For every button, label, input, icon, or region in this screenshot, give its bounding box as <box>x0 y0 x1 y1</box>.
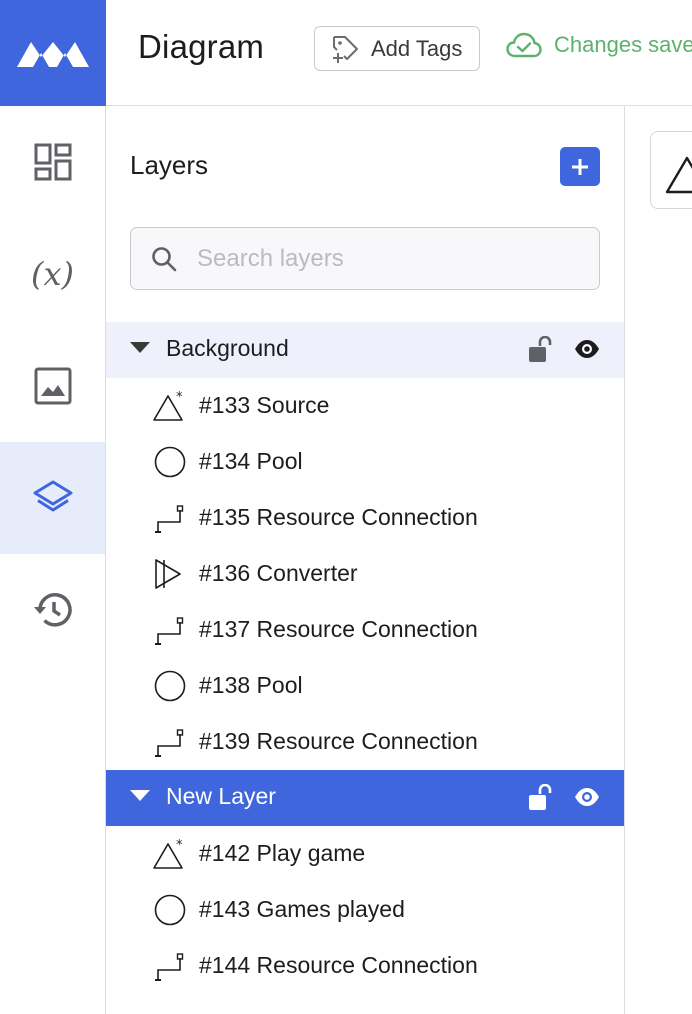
connection-icon <box>155 729 184 757</box>
plus-icon <box>572 158 588 175</box>
layer-item[interactable]: #138 Pool <box>106 658 624 714</box>
source-icon: * <box>153 838 183 869</box>
add-tags-button[interactable]: Add Tags <box>314 26 480 71</box>
layer-item-label: #144 Resource Connection <box>199 952 478 978</box>
nav-images[interactable] <box>0 330 105 442</box>
source-tool-button[interactable] <box>650 131 692 209</box>
layer-item[interactable]: #144 Resource Connection <box>106 938 624 994</box>
layer-item[interactable]: * #133 Source <box>106 378 624 434</box>
unlock-icon[interactable] <box>526 784 554 812</box>
eye-icon[interactable] <box>574 339 600 359</box>
svg-text:(x): (x) <box>31 255 74 293</box>
layer-item-label: #134 Pool <box>199 448 303 474</box>
source-icon: * <box>153 390 183 421</box>
layer-item-label: #139 Resource Connection <box>199 728 478 754</box>
layer-header-new-layer[interactable]: New Layer <box>106 770 624 826</box>
logo[interactable] <box>0 0 106 106</box>
layer-header-background[interactable]: Background <box>106 322 624 378</box>
image-icon <box>34 367 71 405</box>
pool-icon <box>154 446 186 478</box>
pool-icon <box>154 670 186 702</box>
caret-down-icon[interactable] <box>130 790 150 802</box>
layer-item[interactable]: #135 Resource Connection <box>106 490 624 546</box>
pool-icon <box>154 894 186 926</box>
layer-item[interactable]: #136 Converter <box>106 546 624 602</box>
layer-item[interactable]: #139 Resource Connection <box>106 714 624 770</box>
source-icon <box>665 156 692 194</box>
layers-panel: Layers Background * #133 Source <box>106 106 625 1014</box>
search-input[interactable] <box>195 243 579 274</box>
panel-title: Layers <box>130 150 209 180</box>
layer-item[interactable]: #134 Pool <box>106 434 624 490</box>
layer-item-label: #133 Source <box>199 392 330 418</box>
layer-item-label: #135 Resource Connection <box>199 504 478 530</box>
layer-item-label: #137 Resource Connection <box>199 616 478 642</box>
layer-item[interactable]: #137 Resource Connection <box>106 602 624 658</box>
nav-variables[interactable]: (x) <box>0 218 105 330</box>
layer-item-label: #143 Games played <box>199 896 405 922</box>
layer-item-label: #142 Play game <box>199 840 366 866</box>
add-layer-button[interactable] <box>560 147 600 186</box>
top-bar: Diagram Add Tags Changes saved <box>106 0 692 106</box>
layers-icon <box>33 480 72 512</box>
connection-icon <box>155 953 184 981</box>
canvas-area[interactable] <box>625 106 692 1014</box>
page-title: Diagram <box>138 28 265 65</box>
layer-name: Background <box>166 335 289 361</box>
connection-icon <box>155 505 184 533</box>
variables-icon: (x) <box>31 255 74 293</box>
dashboard-icon <box>34 143 71 181</box>
svg-text:*: * <box>176 838 183 853</box>
converter-icon <box>155 559 181 589</box>
layer-item[interactable]: #143 Games played <box>106 882 624 938</box>
history-icon <box>33 593 72 627</box>
save-status: Changes saved <box>506 32 692 58</box>
nav-dashboard[interactable] <box>0 106 105 218</box>
add-tags-label: Add Tags <box>371 35 463 61</box>
cloud-check-icon <box>506 32 542 58</box>
eye-icon[interactable] <box>574 787 600 807</box>
search-icon <box>152 246 177 271</box>
unlock-icon[interactable] <box>526 336 554 364</box>
svg-text:*: * <box>176 390 183 405</box>
search-field[interactable] <box>130 227 600 290</box>
nav-history[interactable] <box>0 554 105 666</box>
left-nav: (x) <box>0 106 106 1014</box>
save-status-text: Changes saved <box>554 32 692 57</box>
tag-icon <box>333 35 358 63</box>
nav-layers[interactable] <box>0 442 105 554</box>
logo-icon <box>17 42 89 67</box>
layer-item-label: #136 Converter <box>199 560 358 586</box>
connection-icon <box>155 617 184 645</box>
caret-down-icon[interactable] <box>130 342 150 354</box>
layer-name: New Layer <box>166 783 276 809</box>
layer-item-label: #138 Pool <box>199 672 303 698</box>
layer-item[interactable]: * #142 Play game <box>106 826 624 882</box>
